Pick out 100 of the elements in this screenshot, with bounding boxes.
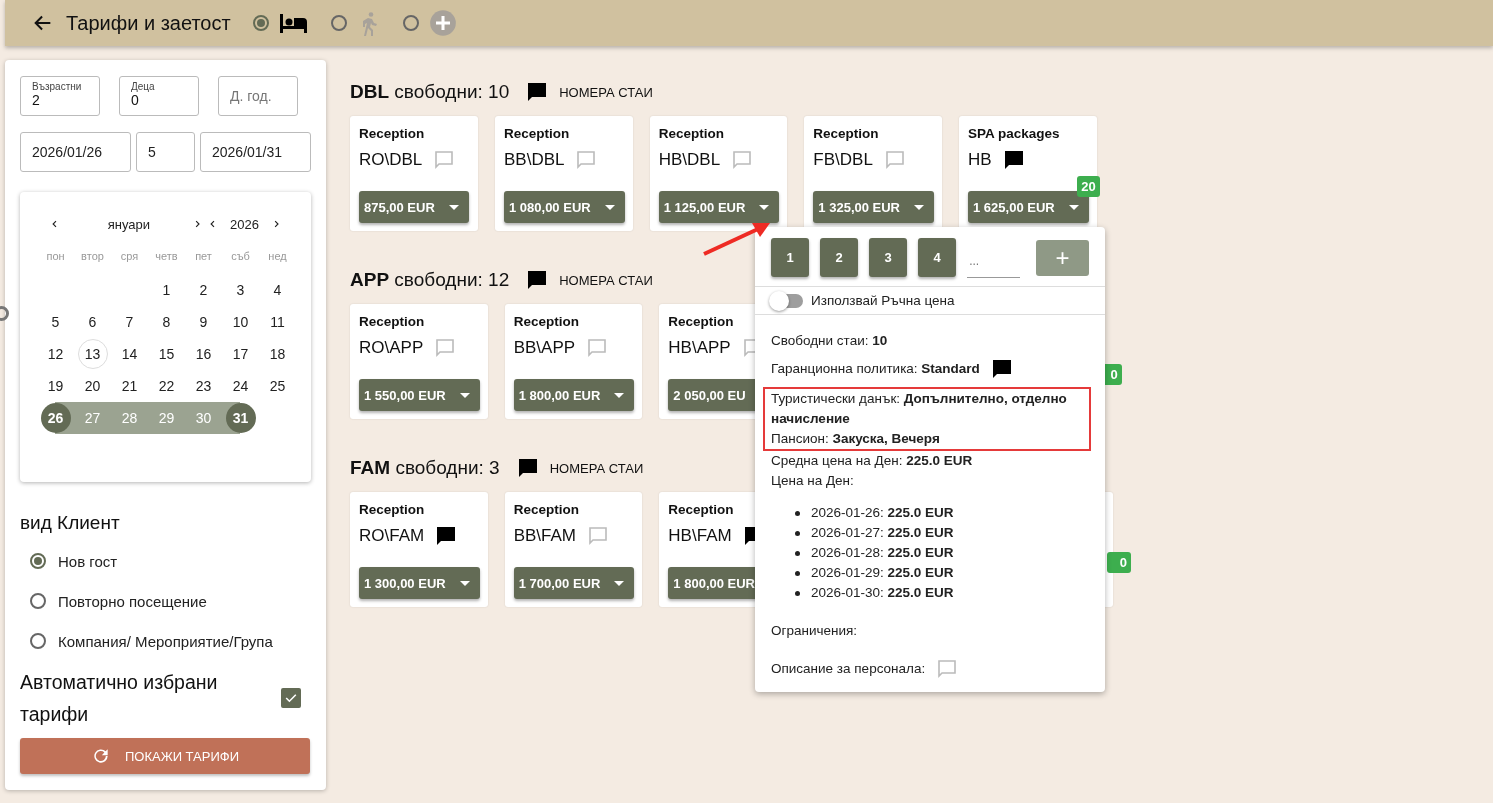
calendar-day[interactable]: 12 xyxy=(40,339,71,369)
chevron-left-icon[interactable] xyxy=(208,219,216,229)
chevron-right-icon[interactable] xyxy=(272,219,280,229)
calendar-day[interactable]: 23 xyxy=(188,371,219,401)
field-value[interactable]: 0 xyxy=(131,92,139,108)
calendar-day[interactable]: 14 xyxy=(114,339,145,369)
radio-label: Компания/ Мероприятие/Група xyxy=(58,632,273,650)
rate-name: HB xyxy=(968,150,992,170)
calendar-day[interactable]: 31 xyxy=(225,403,256,433)
room-numbers-link[interactable]: НОМЕРА СТАИ xyxy=(549,460,644,476)
room-type-heading: APP свободни: 12 xyxy=(350,269,510,291)
calendar-day[interactable]: 5 xyxy=(40,307,71,337)
room-numbers-link[interactable]: НОМЕРА СТАИ xyxy=(559,84,653,100)
calendar-day[interactable]: 20 xyxy=(77,371,108,401)
radio-button[interactable] xyxy=(30,593,46,609)
calendar-day[interactable]: 8 xyxy=(151,307,182,337)
rate-name: BB\APP xyxy=(513,338,576,358)
price-button[interactable]: 1 300,00 EUR xyxy=(359,567,480,599)
calendar-day[interactable]: 22 xyxy=(151,371,182,401)
rate-name: FB\DBL xyxy=(813,150,873,170)
rate-card[interactable]: Reception BB\FAM 1 700,00 EUR xyxy=(504,492,643,607)
calendar-day[interactable]: 25 xyxy=(262,371,293,401)
calendar-day[interactable]: 16 xyxy=(188,339,219,369)
room-count-button[interactable]: 4 xyxy=(918,238,957,277)
calendar-day[interactable]: 4 xyxy=(262,275,293,305)
rate-card[interactable]: Reception BB\DBL 1 080,00 EUR xyxy=(495,116,633,231)
price-button[interactable]: 1 325,00 EUR xyxy=(813,191,934,223)
weekday-label: сря xyxy=(119,249,140,264)
price-button[interactable]: 1 550,00 EUR xyxy=(359,379,480,411)
checkbox-label: Автоматично избрани тарифи xyxy=(20,670,219,727)
caret-icon xyxy=(614,392,625,398)
year-label: 2026 xyxy=(229,216,259,232)
room-numbers-link[interactable]: НОМЕРА СТАИ xyxy=(559,272,653,288)
calendar-day[interactable]: 9 xyxy=(188,307,219,337)
month-label: януари xyxy=(106,216,152,232)
radio-label: Нов гост xyxy=(58,552,118,570)
info-line: Средна цена на Ден: 225.0 EUR xyxy=(771,452,974,470)
birth-year-field[interactable]: Д. год. xyxy=(218,76,298,116)
weekday-label: пон xyxy=(45,249,66,264)
room-count-button[interactable]: 1 xyxy=(771,238,810,277)
date-from-field[interactable]: 2026/01/26 xyxy=(20,132,131,172)
show-rates-button[interactable]: ПОКАЖИ ТАРИФИ xyxy=(20,738,310,774)
caret-icon xyxy=(759,204,770,210)
calendar-day[interactable]: 26 xyxy=(40,403,71,433)
rate-card[interactable]: Reception RO\DBL 875,00 EUR xyxy=(350,116,478,231)
radio-button[interactable] xyxy=(252,15,269,31)
calendar-day[interactable]: 10 xyxy=(225,307,256,337)
caret-icon xyxy=(914,204,924,210)
calendar-day[interactable]: 19 xyxy=(40,371,71,401)
price-line: 2026-01-28: 225.0 EUR xyxy=(795,543,1089,563)
rate-source: Reception xyxy=(359,314,426,329)
price-button[interactable]: 1 125,00 EUR xyxy=(658,191,780,223)
room-count-button[interactable]: 3 xyxy=(869,238,908,277)
caret-icon xyxy=(459,392,470,398)
toggle-switch[interactable] xyxy=(771,293,803,308)
caret-icon xyxy=(459,580,470,586)
date-to-field[interactable]: 2026/01/31 xyxy=(200,132,311,172)
price-button[interactable]: 1 700,00 EUR xyxy=(513,567,635,599)
weekday-label: втор xyxy=(80,249,105,264)
rate-card[interactable]: Reception RO\FAM 1 300,00 EUR xyxy=(350,492,488,607)
caret-icon xyxy=(614,580,625,586)
calendar-day[interactable]: 24 xyxy=(225,371,256,401)
radio-button[interactable] xyxy=(30,553,46,569)
calendar-day[interactable]: 7 xyxy=(114,307,145,337)
price-button[interactable]: 1 625,00 EUR xyxy=(968,191,1089,223)
rate-name: BB\DBL xyxy=(504,150,565,170)
page-title: Тарифи и заетост xyxy=(66,11,231,35)
toggle-label: Използвай Ръчна цена xyxy=(811,293,955,308)
rate-source: SPA packages xyxy=(968,126,1061,141)
price-button[interactable]: 1 080,00 EUR xyxy=(504,191,625,223)
calendar-day[interactable]: 2 xyxy=(188,275,219,305)
price-button[interactable]: 1 800,00 EUR xyxy=(513,379,635,411)
rate-source: Reception xyxy=(668,314,735,329)
room-count-button[interactable]: 2 xyxy=(820,238,859,277)
rate-card[interactable]: Reception HB\DBL 1 125,00 EUR xyxy=(649,116,788,231)
price-line: 2026-01-26: 225.0 EUR xyxy=(795,503,1089,523)
radio-button[interactable] xyxy=(30,633,46,649)
calendar-day[interactable]: 3 xyxy=(225,275,256,305)
calendar-day[interactable]: 11 xyxy=(262,307,293,337)
field-value[interactable]: 2 xyxy=(32,92,40,108)
calendar-day[interactable]: 1 xyxy=(151,275,182,305)
rate-source: Reception xyxy=(813,126,880,141)
price-button[interactable]: 875,00 EUR xyxy=(359,191,469,223)
calendar-day[interactable]: 18 xyxy=(262,339,293,369)
info-line: Ограничения: xyxy=(771,622,859,640)
chevron-right-icon[interactable] xyxy=(193,219,201,229)
chevron-left-icon[interactable] xyxy=(51,219,59,229)
calendar-day[interactable]: 15 xyxy=(151,339,182,369)
calendar-day[interactable]: 6 xyxy=(77,307,108,337)
rate-source: Reception xyxy=(513,314,580,329)
rate-card[interactable]: Reception BB\APP 1 800,00 EUR xyxy=(504,304,643,419)
adults-field[interactable]: Възрастни 2 xyxy=(20,76,100,116)
checkbox[interactable] xyxy=(281,688,301,708)
children-field[interactable]: Деца 0 xyxy=(119,76,199,116)
calendar-day[interactable]: 17 xyxy=(225,339,256,369)
info-line: Пансион: Закуска, Вечеря xyxy=(771,430,941,448)
calendar-day[interactable]: 21 xyxy=(114,371,145,401)
rate-source: Reception xyxy=(504,126,571,141)
nights-field[interactable]: 5 xyxy=(136,132,195,172)
rate-card[interactable]: Reception RO\APP 1 550,00 EUR xyxy=(350,304,488,419)
